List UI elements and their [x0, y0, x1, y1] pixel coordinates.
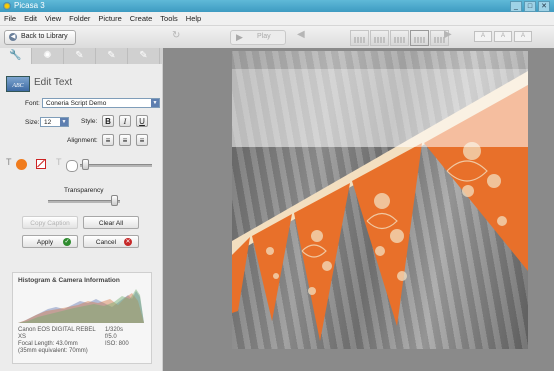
- clear-all-button[interactable]: Clear All: [83, 216, 139, 229]
- zoom-buttons: A A A: [474, 31, 532, 42]
- cancel-button[interactable]: Cancel ✕: [83, 235, 139, 248]
- menu-picture[interactable]: Picture: [94, 12, 125, 25]
- histogram-title: Histogram & Camera Information: [18, 277, 120, 284]
- align-left-icon: ≡: [105, 136, 111, 145]
- wrench-icon: 🔧: [9, 50, 22, 61]
- play-icon: ▶: [236, 32, 243, 42]
- font-label: Font:: [25, 100, 40, 107]
- title-bar: Picasa 3 _ □ ✕: [0, 0, 554, 12]
- size-label: Size:: [25, 119, 40, 126]
- alignment-label: Alignment:: [67, 137, 98, 144]
- picasa-app-icon: [3, 2, 11, 10]
- underline-button[interactable]: U: [136, 115, 148, 127]
- focal-length-equivalent: (35mm equivalent: 70mm): [18, 348, 88, 354]
- chevron-down-icon: ▼: [151, 99, 159, 107]
- menu-view[interactable]: View: [41, 12, 65, 25]
- font-value: Coneria Script Demo: [46, 100, 107, 107]
- align-center-icon: ≡: [122, 136, 128, 145]
- cancel-x-icon: ✕: [124, 238, 132, 246]
- size-value: 12: [44, 119, 52, 126]
- text-overlay-box[interactable]: [232, 69, 528, 147]
- edit-tabs: 🔧 ✺ ✎ ✎ ✎: [0, 48, 162, 64]
- close-button[interactable]: ✕: [538, 1, 550, 12]
- size-select[interactable]: 12 ▼: [40, 117, 69, 127]
- apply-button[interactable]: Apply ✓: [22, 235, 78, 248]
- histogram-graph: [18, 289, 144, 323]
- text-overlay-top: [232, 51, 528, 69]
- zoom-medium-button[interactable]: A: [494, 31, 512, 42]
- menu-file[interactable]: File: [0, 12, 20, 25]
- chevron-down-icon: ▼: [60, 118, 68, 126]
- align-right-icon: ≡: [139, 136, 145, 145]
- zoom-large-button[interactable]: A: [514, 31, 532, 42]
- play-button[interactable]: ▶ Play: [230, 30, 286, 45]
- text-color-swatch[interactable]: [16, 159, 27, 170]
- align-center-button[interactable]: ≡: [119, 134, 131, 146]
- back-to-library-label: Back to Library: [21, 33, 68, 40]
- play-label: Play: [257, 33, 271, 40]
- edit-panel: 🔧 ✺ ✎ ✎ ✎ ABC Edit Text Font: Coneria Sc…: [0, 48, 163, 371]
- align-left-button[interactable]: ≡: [102, 134, 114, 146]
- outline-color-swatch[interactable]: [66, 160, 78, 172]
- histogram-thumbnails: [350, 30, 449, 46]
- tab-effects-2[interactable]: ✎: [96, 48, 128, 64]
- outline-none-swatch[interactable]: [36, 159, 46, 169]
- minimize-button[interactable]: _: [510, 1, 522, 12]
- back-to-library-button[interactable]: ◀ Back to Library: [4, 30, 76, 45]
- previous-arrow-icon[interactable]: ◀: [297, 29, 305, 40]
- brush-plus-icon: ✎: [107, 50, 116, 61]
- thumbnail-1[interactable]: [350, 30, 369, 46]
- maximize-button[interactable]: □: [524, 1, 536, 12]
- brush-icon: ✎: [75, 50, 84, 61]
- menu-folder[interactable]: Folder: [65, 12, 94, 25]
- histogram-panel: Histogram & Camera Information Canon EOS…: [12, 272, 152, 364]
- outline-width-thumb[interactable]: [82, 159, 89, 170]
- thumbnail-4[interactable]: [410, 30, 429, 46]
- toolbar: ◀ Back to Library ↻ ▶ Play ◀ ▶ A A A: [0, 26, 554, 49]
- transparency-thumb[interactable]: [111, 195, 118, 206]
- cancel-label: Cancel: [95, 239, 117, 246]
- tab-effects[interactable]: ✎: [64, 48, 96, 64]
- transparency-slider[interactable]: [48, 200, 120, 203]
- menu-create[interactable]: Create: [126, 12, 157, 25]
- italic-button[interactable]: I: [119, 115, 131, 127]
- text-color-icon: T: [6, 157, 12, 167]
- next-arrow-icon[interactable]: ▶: [444, 29, 452, 40]
- style-label: Style:: [81, 118, 98, 125]
- panel-title: Edit Text: [34, 77, 73, 88]
- tab-tuning[interactable]: ✺: [32, 48, 64, 64]
- tab-basic-fixes[interactable]: 🔧: [0, 48, 32, 64]
- abc-text-icon: ABC: [6, 76, 30, 92]
- font-select[interactable]: Coneria Script Demo ▼: [42, 98, 160, 108]
- photo-preview[interactable]: [232, 51, 528, 349]
- transparency-label: Transparency: [64, 187, 104, 194]
- copy-caption-button[interactable]: Copy Caption: [22, 216, 78, 229]
- bold-button[interactable]: B: [102, 115, 114, 127]
- menu-edit[interactable]: Edit: [20, 12, 41, 25]
- brush-sparkle-icon: ✎: [139, 50, 148, 61]
- window-title: Picasa 3: [14, 1, 45, 10]
- camera-model: Canon EOS DIGITAL REBEL XS: [18, 327, 96, 341]
- iso: ISO: 800: [105, 341, 129, 347]
- back-arrow-icon: ◀: [9, 33, 17, 41]
- menu-tools[interactable]: Tools: [156, 12, 182, 25]
- checkmark-icon: ✓: [63, 238, 71, 246]
- thumbnail-3[interactable]: [390, 30, 409, 46]
- menu-bar: File Edit View Folder Picture Create Too…: [0, 12, 554, 26]
- tab-effects-3[interactable]: ✎: [128, 48, 160, 64]
- align-right-button[interactable]: ≡: [136, 134, 148, 146]
- sun-icon: ✺: [43, 50, 52, 61]
- zoom-small-button[interactable]: A: [474, 31, 492, 42]
- menu-help[interactable]: Help: [182, 12, 205, 25]
- window-controls: _ □ ✕: [510, 1, 550, 12]
- outline-width-slider[interactable]: [80, 164, 152, 167]
- thumbnail-2[interactable]: [370, 30, 389, 46]
- outline-text-icon: T: [56, 157, 62, 167]
- rotate-icon[interactable]: ↻: [172, 30, 180, 41]
- apply-label: Apply: [36, 239, 54, 246]
